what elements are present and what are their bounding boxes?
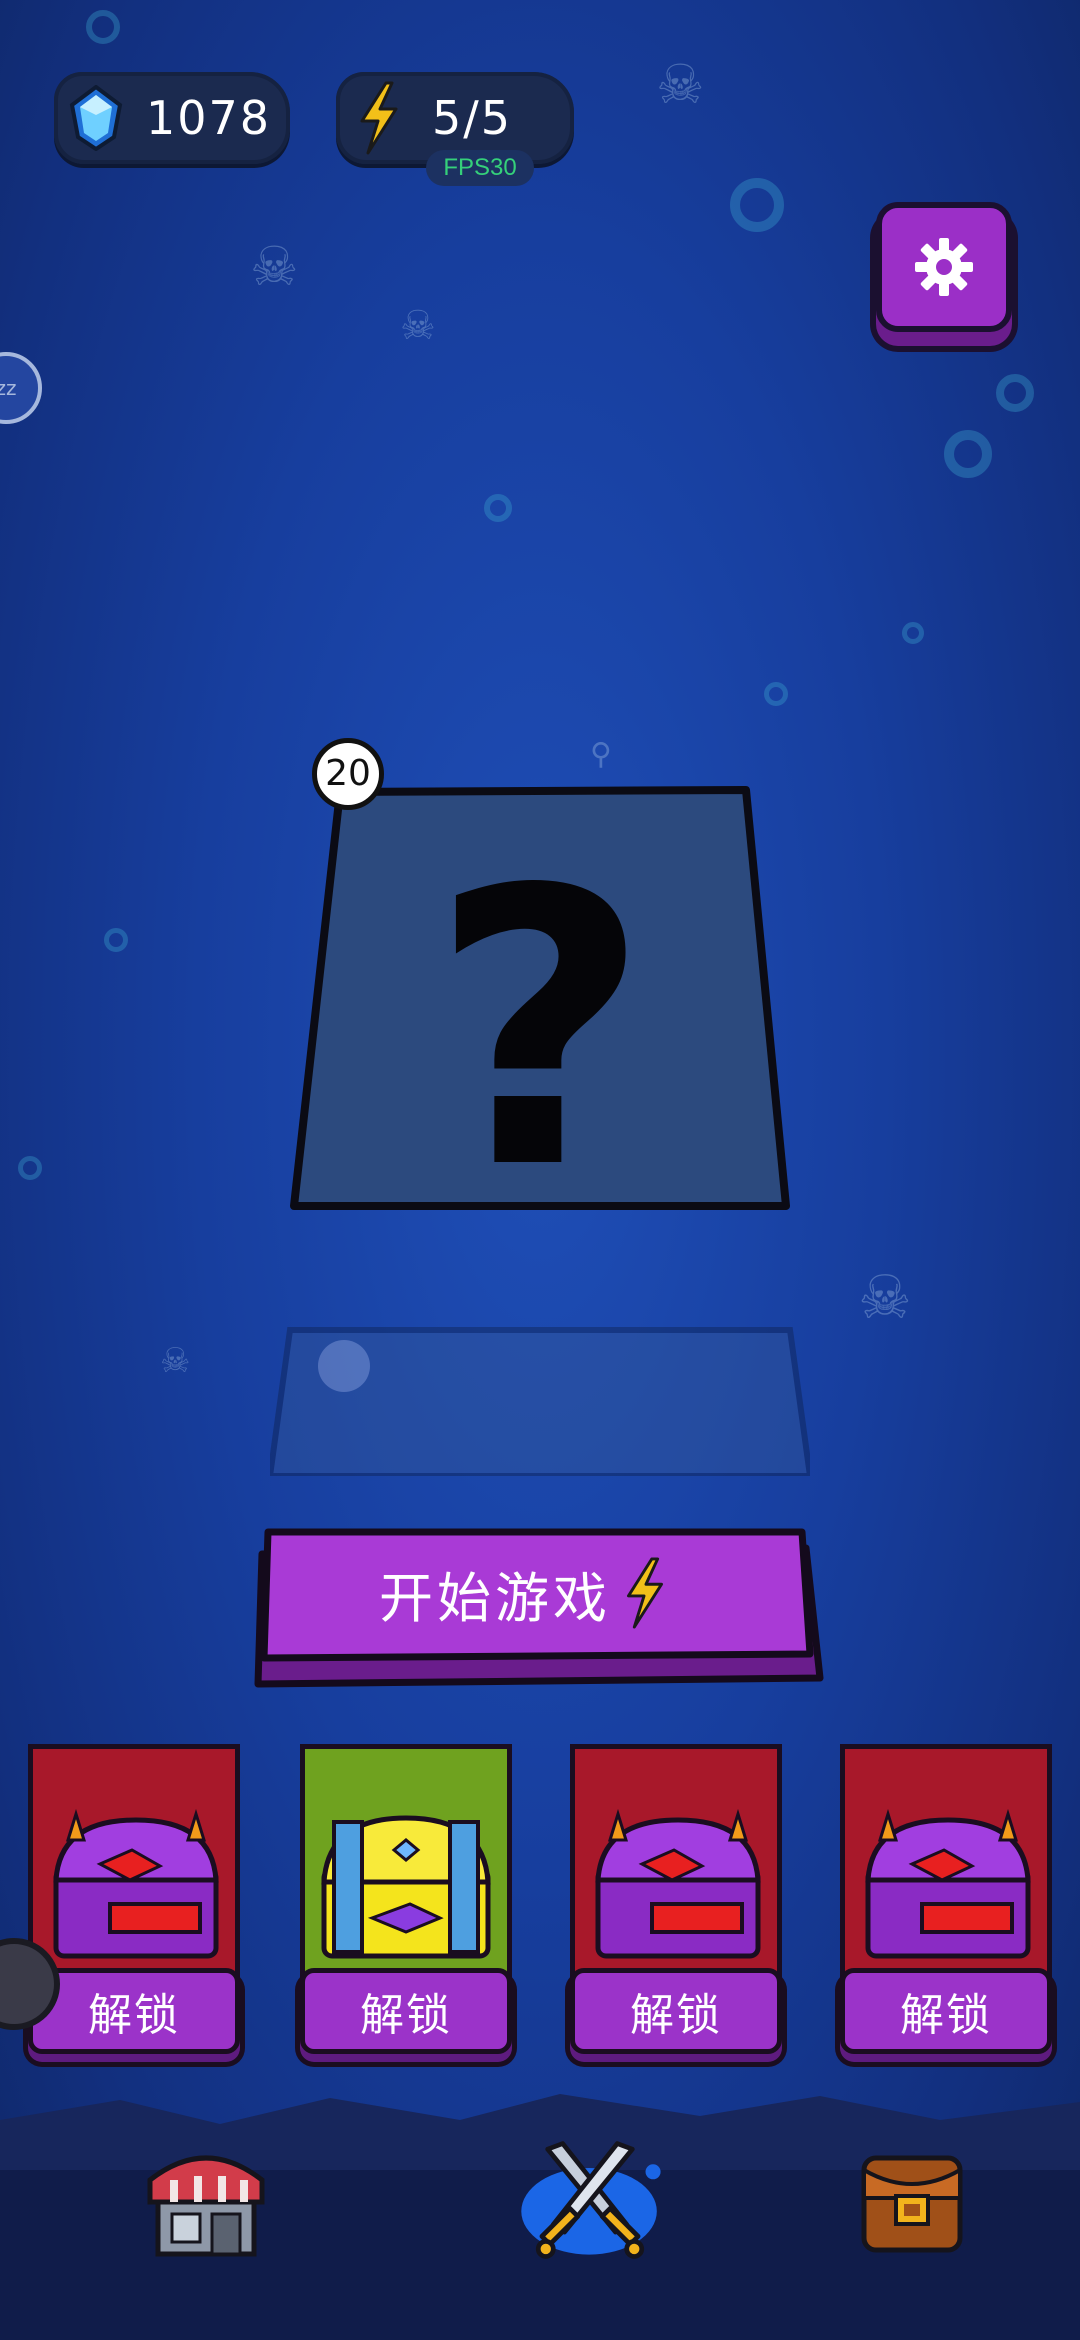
backpack-icon — [861, 2155, 963, 2253]
chest-slot-2[interactable]: 解锁 — [300, 1744, 512, 2060]
unlock-button[interactable]: 解锁 — [570, 1968, 782, 2054]
energy-count: 5/5 — [432, 91, 513, 145]
question-mark: ? — [430, 809, 650, 1214]
skull-decoration-icon: ☠ — [656, 53, 705, 116]
settings-button[interactable] — [876, 202, 1012, 332]
gem-count: 1078 — [146, 91, 272, 145]
level-badge: 20 — [312, 738, 384, 810]
card-reflection — [270, 1327, 810, 1476]
background-bubble — [104, 928, 128, 952]
skull-decoration-icon: ☠ — [160, 1341, 191, 1381]
start-game-label: 开始游戏 — [379, 1566, 611, 1630]
nav-shop[interactable] — [136, 2130, 276, 2270]
nav-battle[interactable] — [510, 2120, 670, 2280]
battle-icon — [521, 2141, 661, 2259]
purple-chest-icon — [53, 1808, 219, 1959]
background-bubble — [86, 10, 120, 44]
skull-decoration-icon: ☠ — [250, 235, 299, 298]
nav-backpack[interactable] — [842, 2130, 982, 2270]
lightning-icon — [627, 1557, 664, 1629]
shop-icon — [147, 2155, 265, 2257]
chest-slot-1[interactable]: 解锁 — [28, 1744, 240, 2060]
background-bubble — [730, 178, 784, 232]
unlock-button[interactable]: 解锁 — [840, 1968, 1052, 2054]
sleep-icon[interactable]: zz — [0, 352, 42, 424]
background-bubble — [996, 374, 1034, 412]
background-bubble — [944, 430, 992, 478]
gem-icon — [69, 85, 123, 151]
background-bubble — [764, 682, 788, 706]
background-bubble — [18, 1156, 42, 1180]
background-bubble — [484, 494, 512, 522]
gear-icon — [915, 238, 973, 296]
start-game-button[interactable]: 开始游戏 — [254, 1528, 824, 1696]
skull-decoration-icon: ☠ — [858, 1263, 912, 1333]
skull-decoration-icon: ☠ — [400, 303, 436, 349]
yellow-chest-icon — [321, 1815, 491, 1959]
lightning-icon — [360, 81, 398, 155]
bone-decoration-icon: ⚲ — [590, 737, 612, 772]
chest-slot-4[interactable]: 解锁 — [840, 1744, 1052, 2060]
purple-chest-icon — [595, 1808, 761, 1959]
chest-slot-3[interactable]: 解锁 — [570, 1744, 782, 2060]
mystery-card[interactable]: ? — [290, 782, 790, 1214]
unlock-button[interactable]: 解锁 — [300, 1968, 512, 2054]
background-bubble — [902, 622, 924, 644]
purple-chest-icon — [865, 1808, 1031, 1959]
gem-counter[interactable]: 1078 — [54, 72, 290, 164]
fps-indicator: FPS30 — [426, 150, 534, 186]
